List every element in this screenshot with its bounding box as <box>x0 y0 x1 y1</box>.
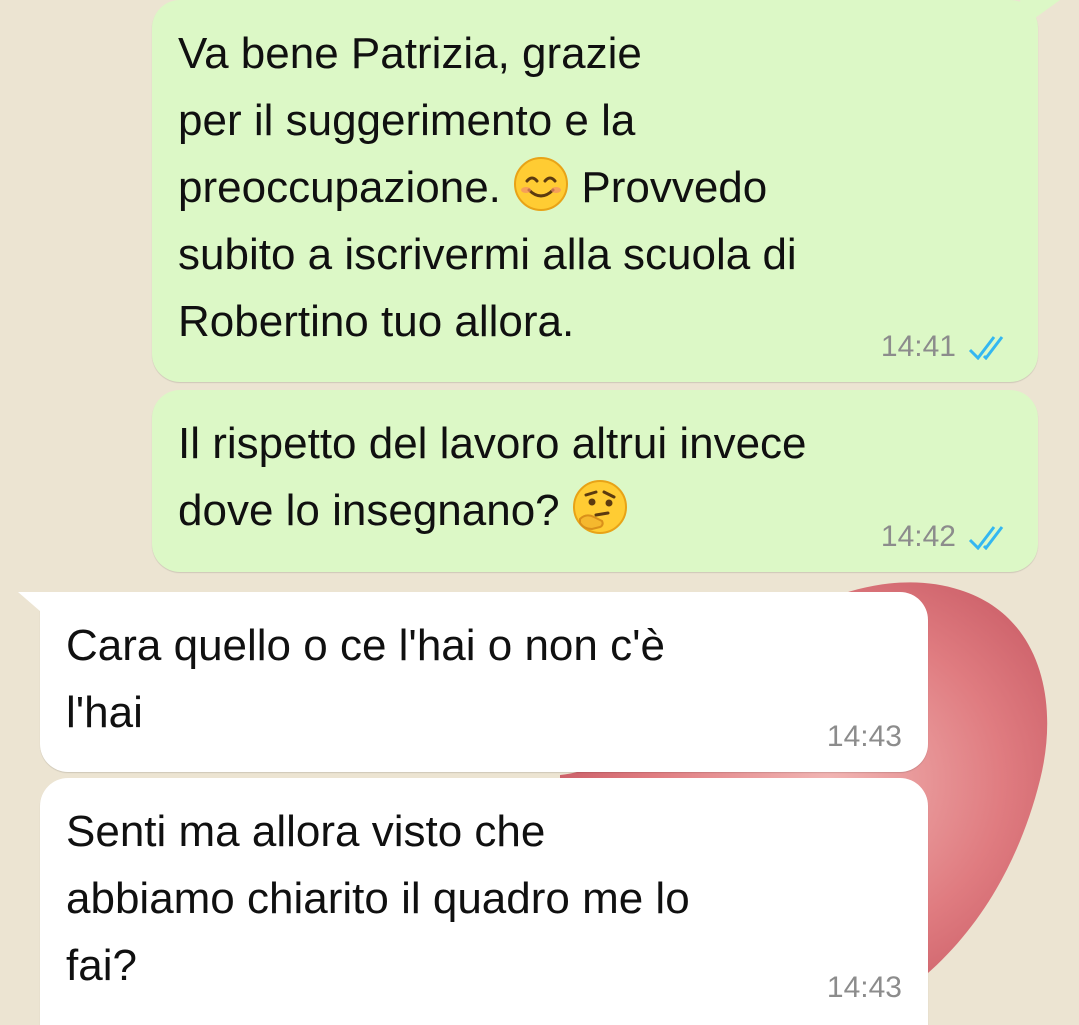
message-text: Senti ma allora visto che abbiamo chiari… <box>66 807 690 990</box>
message-time: 14:41 <box>880 330 956 363</box>
message-time: 14:43 <box>826 971 902 1004</box>
incoming-message-bubble[interactable]: Cara quello o ce l'hai o non c'è l'hai 1… <box>18 592 928 772</box>
incoming-message-bubble[interactable]: Senti ma allora visto che abbiamo chiari… <box>40 778 928 1025</box>
message-time: 14:43 <box>826 720 902 753</box>
double-check-read-icon <box>968 524 1012 550</box>
message-meta: 14:43 <box>827 720 902 754</box>
outgoing-message-bubble[interactable]: Va bene Patrizia, grazie per il suggerim… <box>152 0 1060 382</box>
smiling-face-emoji-icon <box>513 156 569 212</box>
bubble-tail <box>1020 0 1060 26</box>
message-meta: 14:41 <box>881 330 1012 364</box>
message-text: Cara quello o ce l'hai o non c'è l'hai <box>66 621 665 737</box>
message-meta: 14:42 <box>881 520 1012 554</box>
outgoing-message-bubble[interactable]: Il rispetto del lavoro altrui invece dov… <box>152 390 1038 572</box>
message-time: 14:42 <box>880 520 956 553</box>
double-check-read-icon <box>968 334 1012 360</box>
thinking-face-emoji-icon <box>572 479 628 535</box>
message-text: Va bene Patrizia, grazie per il suggerim… <box>178 29 797 346</box>
message-meta: 14:43 <box>827 971 902 1005</box>
bubble-tail <box>18 592 48 618</box>
